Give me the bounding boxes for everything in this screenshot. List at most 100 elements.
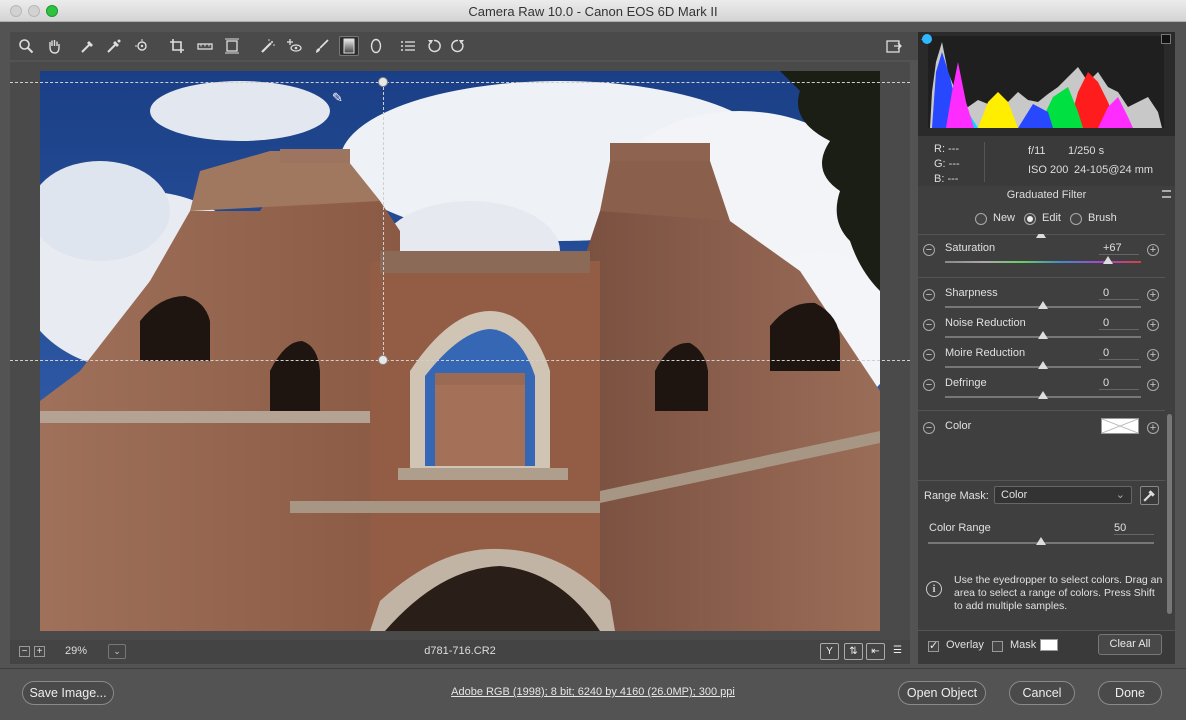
fullscreen-toggle-icon[interactable] [884, 36, 904, 56]
histogram [918, 32, 1175, 136]
photo-preview[interactable] [40, 71, 880, 631]
green-readout: G: --- [934, 158, 960, 170]
gradient-end-handle[interactable] [378, 355, 388, 365]
range-mask-select[interactable]: Color ⌄ [994, 486, 1132, 504]
presets-list-icon[interactable] [398, 36, 418, 56]
done-button[interactable]: Done [1098, 681, 1162, 705]
noise-reduction-value[interactable]: 0 [1099, 317, 1139, 330]
mask-color-swatch[interactable] [1040, 639, 1058, 651]
range-mask-select-value: Color [1001, 489, 1028, 501]
color-increase-button[interactable]: + [1147, 422, 1159, 434]
mode-edit-radio[interactable] [1024, 213, 1036, 225]
sharpness-label: Sharpness [945, 287, 998, 299]
graduated-filter-start-line[interactable] [10, 82, 910, 83]
panel-scrollbar-thumb[interactable] [1167, 414, 1172, 614]
saturation-decrease-button[interactable]: − [923, 244, 935, 256]
sharpness-value[interactable]: 0 [1099, 287, 1139, 300]
zoom-tool-icon[interactable] [16, 36, 36, 56]
white-balance-tool-icon[interactable] [78, 36, 98, 56]
noise-reduction-thumb[interactable] [1038, 331, 1048, 339]
transform-tool-icon[interactable] [222, 36, 242, 56]
before-after-view-button[interactable]: Y [820, 643, 839, 660]
sharpness-increase-button[interactable]: + [1147, 289, 1159, 301]
red-readout: R: --- [934, 143, 960, 155]
mode-brush-radio[interactable] [1070, 213, 1082, 225]
targeted-adjustment-tool-icon[interactable] [132, 36, 152, 56]
straighten-tool-icon[interactable] [195, 36, 215, 56]
canvas-status-bar: − + 29% ⌄ d781-716.CR2 Y ⇅ ⇤ ☰ [10, 640, 910, 664]
graduated-filter-tool-icon[interactable] [339, 36, 359, 56]
noise-reduction-label: Noise Reduction [945, 317, 1026, 329]
slider-row-noise-reduction: − Noise Reduction 0 + [918, 317, 1165, 347]
info-separator [984, 142, 985, 182]
sharpness-thumb[interactable] [1038, 301, 1048, 309]
mode-brush-label[interactable]: Brush [1088, 212, 1117, 224]
saturation-label: Saturation [945, 242, 996, 254]
defringe-decrease-button[interactable]: − [923, 379, 935, 391]
clear-all-button[interactable]: Clear All [1098, 634, 1162, 655]
panel-menu-icon[interactable] [1162, 190, 1171, 198]
overlay-label[interactable]: Overlay [946, 639, 984, 651]
mask-label[interactable]: Mask [1010, 639, 1036, 651]
radial-filter-tool-icon[interactable] [366, 36, 386, 56]
swap-before-after-button[interactable]: ⇤ [866, 643, 885, 660]
slider-row-moire-reduction: − Moire Reduction 0 + [918, 347, 1165, 377]
color-swatch[interactable] [1101, 418, 1139, 434]
mode-edit-label[interactable]: Edit [1042, 212, 1061, 224]
lens: 24-105@24 mm [1074, 164, 1154, 176]
range-mask-section: Range Mask: Color ⌄ Color Range 50 i Use… [918, 484, 1165, 614]
graduated-filter-end-line[interactable] [10, 360, 910, 361]
info-icon: i [926, 581, 942, 597]
moire-reduction-increase-button[interactable]: + [1147, 349, 1159, 361]
color-decrease-button[interactable]: − [923, 422, 935, 434]
defringe-label: Defringe [945, 377, 987, 389]
color-range-thumb[interactable] [1036, 537, 1046, 545]
cancel-button[interactable]: Cancel [1009, 681, 1075, 705]
moire-reduction-value[interactable]: 0 [1099, 347, 1139, 360]
noise-reduction-increase-button[interactable]: + [1147, 319, 1159, 331]
color-range-label: Color Range [929, 522, 991, 534]
overlay-checkbox[interactable] [928, 639, 939, 652]
mode-new-label[interactable]: New [993, 212, 1015, 224]
mask-checkbox[interactable] [992, 641, 1003, 652]
shadow-clipping-warning-icon[interactable] [922, 34, 932, 44]
color-sampler-tool-icon[interactable] [104, 36, 124, 56]
color-range-value[interactable]: 50 [1114, 522, 1154, 535]
red-eye-removal-tool-icon[interactable] [284, 36, 304, 56]
cycle-before-after-button[interactable]: ⇅ [844, 643, 863, 660]
preview-settings-icon[interactable]: ☰ [888, 643, 907, 660]
defringe-value[interactable]: 0 [1099, 377, 1139, 390]
moire-reduction-decrease-button[interactable]: − [923, 349, 935, 361]
range-mask-eyedropper-icon[interactable] [1140, 486, 1159, 505]
saturation-value[interactable]: +67 [1099, 242, 1139, 255]
sharpness-decrease-button[interactable]: − [923, 289, 935, 301]
saturation-thumb[interactable] [1102, 256, 1113, 264]
aperture: f/11 [1028, 145, 1046, 157]
highlight-clipping-warning-icon[interactable] [1161, 34, 1171, 44]
graduated-filter-center-line[interactable] [383, 82, 384, 360]
moire-reduction-label: Moire Reduction [945, 347, 1026, 359]
crop-tool-icon[interactable] [167, 36, 187, 56]
image-canvas[interactable]: ✎ [10, 62, 910, 640]
defringe-thumb[interactable] [1038, 391, 1048, 399]
rotate-ccw-icon[interactable] [424, 36, 444, 56]
open-object-button[interactable]: Open Object [898, 681, 986, 705]
rotate-cw-icon[interactable] [448, 36, 468, 56]
noise-reduction-decrease-button[interactable]: − [923, 319, 935, 331]
adjustment-brush-tool-icon[interactable] [312, 36, 332, 56]
moire-reduction-thumb[interactable] [1038, 361, 1048, 369]
defringe-increase-button[interactable]: + [1147, 379, 1159, 391]
previous-slider-thumb[interactable] [1036, 234, 1046, 238]
eyedropper-cursor-icon: ✎ [332, 90, 343, 105]
slider-row-defringe: − Defringe 0 + [918, 377, 1165, 407]
spot-removal-tool-icon[interactable] [258, 36, 278, 56]
mode-new-radio[interactable] [975, 213, 987, 225]
saturation-increase-button[interactable]: + [1147, 244, 1159, 256]
mode-radio-group: New Edit Brush [918, 206, 1175, 232]
pixel-info: R: --- G: --- B: --- f/11 1/250 s ISO 200… [918, 136, 1175, 186]
gradient-start-handle[interactable] [378, 77, 388, 87]
shutter-speed: 1/250 s [1068, 145, 1105, 157]
right-panel: R: --- G: --- B: --- f/11 1/250 s ISO 200… [918, 32, 1175, 664]
panel-scrollbar[interactable] [1166, 234, 1173, 614]
hand-tool-icon[interactable] [44, 36, 64, 56]
